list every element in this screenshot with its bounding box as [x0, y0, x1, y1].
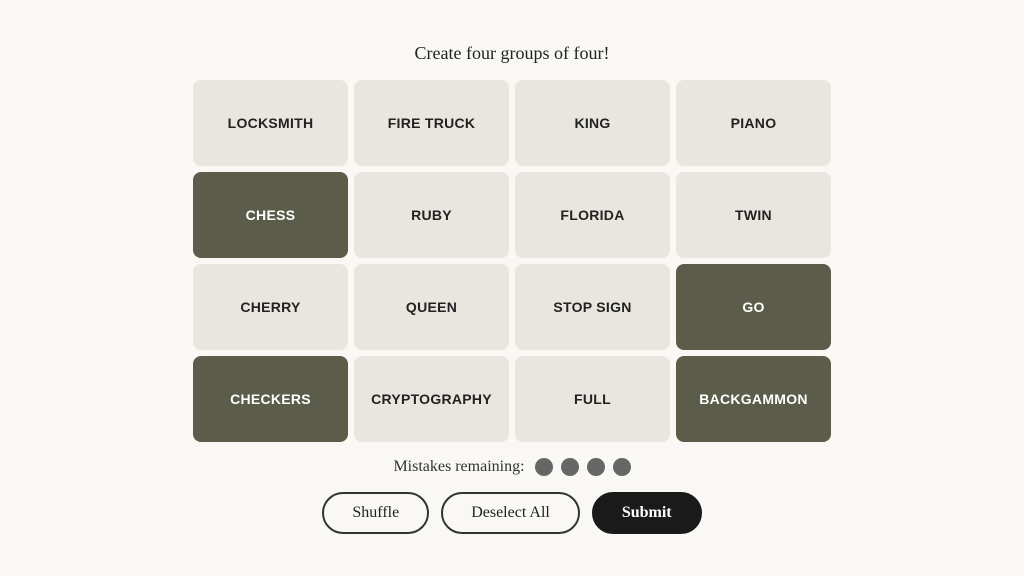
tile-10[interactable]: STOP SIGN: [515, 264, 670, 350]
tile-12[interactable]: CHECKERS: [193, 356, 348, 442]
submit-button[interactable]: Submit: [592, 492, 702, 534]
mistakes-label: Mistakes remaining:: [393, 458, 524, 476]
shuffle-button[interactable]: Shuffle: [322, 492, 429, 534]
action-buttons: Shuffle Deselect All Submit: [322, 492, 701, 534]
tile-9[interactable]: QUEEN: [354, 264, 509, 350]
tile-4[interactable]: CHESS: [193, 172, 348, 258]
mistakes-row: Mistakes remaining:: [393, 458, 630, 476]
tile-5[interactable]: RUBY: [354, 172, 509, 258]
tile-7[interactable]: TWIN: [676, 172, 831, 258]
mistake-dot-4: [613, 458, 631, 476]
mistake-dot-3: [587, 458, 605, 476]
tile-15[interactable]: BACKGAMMON: [676, 356, 831, 442]
tile-8[interactable]: CHERRY: [193, 264, 348, 350]
game-container: Create four groups of four! LOCKSMITHFIR…: [172, 43, 852, 534]
tile-1[interactable]: FIRE TRUCK: [354, 80, 509, 166]
tile-11[interactable]: GO: [676, 264, 831, 350]
tile-0[interactable]: LOCKSMITH: [193, 80, 348, 166]
tile-6[interactable]: FLORIDA: [515, 172, 670, 258]
tile-2[interactable]: KING: [515, 80, 670, 166]
mistake-dot-1: [535, 458, 553, 476]
mistakes-dots: [535, 458, 631, 476]
tile-14[interactable]: FULL: [515, 356, 670, 442]
mistake-dot-2: [561, 458, 579, 476]
instruction-text: Create four groups of four!: [415, 43, 610, 64]
tile-13[interactable]: CRYPTOGRAPHY: [354, 356, 509, 442]
tile-3[interactable]: PIANO: [676, 80, 831, 166]
deselect-all-button[interactable]: Deselect All: [441, 492, 580, 534]
tile-grid: LOCKSMITHFIRE TRUCKKINGPIANO CHESSRUBYFLO…: [193, 80, 831, 442]
